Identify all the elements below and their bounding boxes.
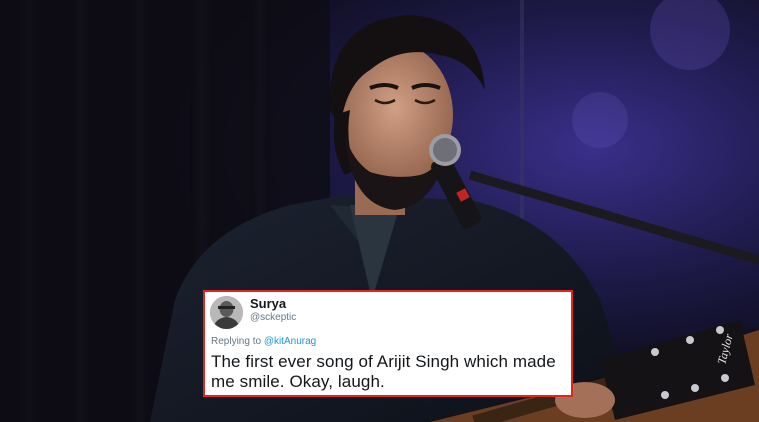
display-name[interactable]: Surya <box>250 296 286 311</box>
replying-to-line: Replying to @kitAnurag <box>211 336 316 347</box>
avatar-photo-icon <box>210 296 243 329</box>
mention-link[interactable]: @kitAnurag <box>264 336 316 347</box>
avatar[interactable] <box>210 296 243 329</box>
tweet-card: Surya @sckeptic Replying to @kitAnurag T… <box>203 290 573 397</box>
tweet-text: The first ever song of Arijit Singh whic… <box>211 352 556 391</box>
replying-prefix: Replying to <box>211 336 264 347</box>
user-handle[interactable]: @sckeptic <box>250 312 296 323</box>
